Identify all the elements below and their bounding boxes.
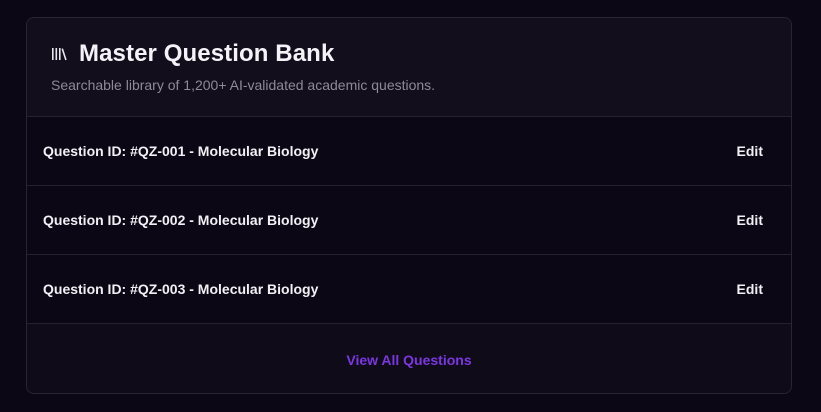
question-bank-card: Master Question Bank Searchable library …: [26, 17, 792, 394]
view-all-questions-link[interactable]: View All Questions: [346, 352, 471, 368]
question-row: Question ID: #QZ-002 - Molecular Biology…: [27, 185, 791, 254]
question-label: Question ID: #QZ-001 - Molecular Biology: [43, 143, 319, 159]
card-footer: View All Questions: [27, 323, 791, 393]
library-icon: [51, 44, 71, 64]
edit-button[interactable]: Edit: [737, 143, 763, 159]
question-row: Question ID: #QZ-003 - Molecular Biology…: [27, 254, 791, 323]
page-title: Master Question Bank: [79, 40, 335, 67]
page-subtitle: Searchable library of 1,200+ AI-validate…: [51, 77, 436, 93]
edit-button[interactable]: Edit: [737, 281, 763, 297]
card-header: Master Question Bank Searchable library …: [27, 18, 791, 116]
question-row: Question ID: #QZ-001 - Molecular Biology…: [27, 116, 791, 185]
edit-button[interactable]: Edit: [737, 212, 763, 228]
question-label: Question ID: #QZ-002 - Molecular Biology: [43, 212, 319, 228]
title-row: Master Question Bank: [51, 40, 767, 68]
question-label: Question ID: #QZ-003 - Molecular Biology: [43, 281, 319, 297]
